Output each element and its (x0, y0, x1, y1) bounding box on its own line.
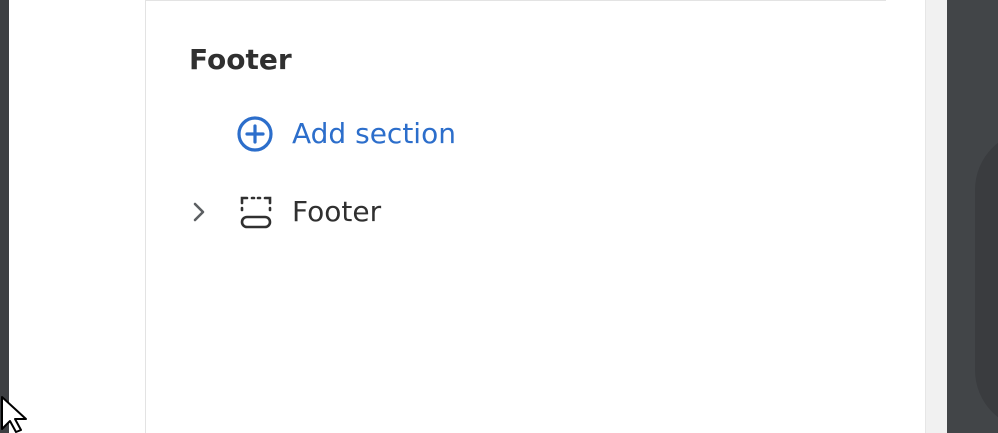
sections-sidebar: Footer Add section Footer (145, 0, 925, 433)
mouse-pointer-icon (1, 396, 27, 433)
preview-shape (975, 130, 998, 430)
add-section-button[interactable]: Add section (236, 112, 456, 156)
theme-editor: Footer Add section Footer (0, 0, 998, 433)
footer-section-icon (240, 196, 272, 229)
sidebar-gutter (9, 0, 145, 433)
circle-plus-icon (237, 116, 273, 152)
window-edge (0, 0, 9, 433)
scrollbar-track[interactable] (925, 0, 947, 433)
add-section-label: Add section (292, 117, 456, 150)
section-item-label: Footer (292, 195, 382, 228)
footer-group-heading: Footer (189, 43, 292, 76)
section-item-footer[interactable]: Footer (186, 190, 381, 234)
divider (146, 0, 886, 1)
preview-canvas (947, 0, 998, 433)
chevron-right-icon[interactable] (186, 199, 212, 225)
